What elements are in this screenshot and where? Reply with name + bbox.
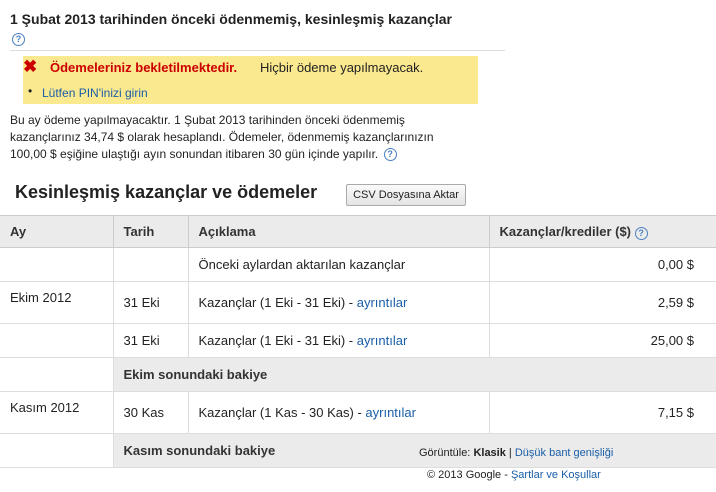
details-link[interactable]: ayrıntılar (365, 405, 416, 420)
balance-row: Ekim sonundaki bakiye (0, 357, 716, 392)
cell-date (112, 247, 188, 282)
payment-info-text: Bu ay ödeme yapılmayacaktır. 1 Şubat 201… (10, 113, 434, 161)
separator: | (508, 447, 512, 459)
section-title: Kesinleşmiş kazançlar ve ödemeler (15, 182, 318, 202)
cell-description: Kazançlar (1 Eki - 31 Eki) - ayrıntılar (187, 323, 489, 358)
table-row: 31 Eki Kazançlar (1 Eki - 31 Eki) - ayrı… (0, 323, 716, 358)
details-link[interactable]: ayrıntılar (357, 295, 408, 310)
cell-description: Önceki aylardan aktarılan kazançlar (187, 247, 489, 282)
table-row: Ekim 2012 31 Eki Kazançlar (1 Eki - 31 E… (0, 281, 716, 324)
cell-month (0, 357, 113, 392)
view-classic: Klasik (473, 447, 506, 459)
export-csv-button[interactable]: CSV Dosyasına Aktar (346, 184, 466, 206)
payment-hold-alert: ✖ Ödemeleriniz bekletilmektedir. Hiçbir … (23, 56, 478, 104)
cell-month: Ekim 2012 (0, 281, 113, 324)
details-link[interactable]: ayrıntılar (357, 333, 408, 348)
alert-message: Hiçbir ödeme yapılmayacak. (260, 60, 424, 75)
view-label: Görüntüle: (419, 447, 471, 459)
alert-title: Ödemeleriniz bekletilmektedir. (50, 60, 238, 75)
copyright-text: © 2013 Google - (427, 469, 508, 481)
error-x-icon: ✖ (23, 57, 38, 76)
cell-date: 30 Kas (112, 391, 188, 434)
help-icon[interactable]: ? (634, 226, 648, 240)
balance-label: Ekim sonundaki bakiye (112, 357, 716, 392)
earnings-table: Ay Tarih Açıklama Kazançlar/krediler ($)… (0, 215, 716, 468)
description-text: Kazançlar (1 Kas - 30 Kas) - (198, 405, 366, 420)
cell-month (0, 433, 113, 468)
divider (10, 50, 505, 51)
view-switcher: Görüntüle: Klasik | Düşük bant genişliği (419, 447, 613, 459)
cell-amount: 7,15 $ (488, 391, 716, 434)
low-bandwidth-link[interactable]: Düşük bant genişliği (515, 447, 613, 459)
cell-amount: 0,00 $ (488, 247, 716, 282)
enter-pin-link[interactable]: Lütfen PIN'inizi girin (42, 86, 148, 100)
cell-amount: 2,59 $ (488, 281, 716, 324)
column-header-month: Ay (0, 215, 113, 248)
copyright-line: © 2013 Google - Şartlar ve Koşullar (427, 469, 601, 481)
cell-date: 31 Eki (112, 281, 188, 324)
cell-amount: 25,00 $ (488, 323, 716, 358)
help-icon[interactable]: ? (12, 33, 25, 46)
column-header-description: Açıklama (187, 215, 489, 248)
bullet-icon: • (28, 84, 33, 98)
cell-month (0, 323, 113, 358)
page-title: 1 Şubat 2013 tarihinden önceki ödenmemiş… (10, 11, 452, 27)
description-text: Kazançlar (1 Eki - 31 Eki) - (198, 333, 357, 348)
table-row: Kasım 2012 30 Kas Kazançlar (1 Kas - 30 … (0, 391, 716, 434)
cell-month (0, 247, 113, 282)
cell-description: Kazançlar (1 Eki - 31 Eki) - ayrıntılar (187, 281, 489, 324)
description-text: Önceki aylardan aktarılan kazançlar (198, 257, 406, 272)
amount-header-label: Kazançlar/krediler ($) (499, 223, 632, 239)
cell-date: 31 Eki (112, 323, 188, 358)
terms-link[interactable]: Şartlar ve Koşullar (511, 469, 601, 481)
table-row: Önceki aylardan aktarılan kazançlar 0,00… (0, 247, 716, 282)
balance-label: Kasım sonundaki bakiye (112, 433, 716, 468)
cell-month: Kasım 2012 (0, 391, 113, 434)
column-header-amount: Kazançlar/krediler ($) ? (488, 215, 716, 248)
description-text: Kazançlar (1 Eki - 31 Eki) - (198, 295, 357, 310)
table-header-row: Ay Tarih Açıklama Kazançlar/krediler ($)… (0, 215, 716, 248)
cell-description: Kazançlar (1 Kas - 30 Kas) - ayrıntılar (187, 391, 489, 434)
column-header-date: Tarih (112, 215, 188, 248)
payment-info: Bu ay ödeme yapılmayacaktır. 1 Şubat 201… (10, 112, 470, 163)
help-icon[interactable]: ? (383, 148, 397, 161)
